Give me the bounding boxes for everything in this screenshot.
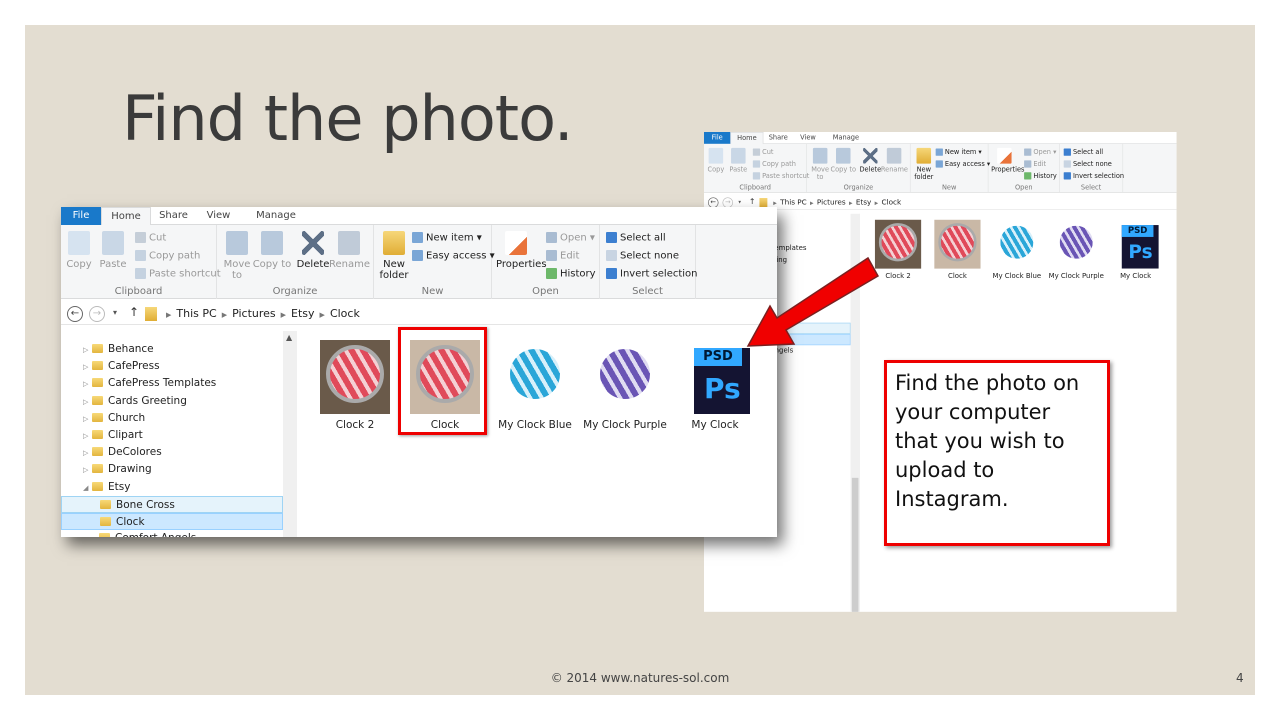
callout-box: Find the photo on your computer that you… (884, 360, 1110, 546)
footer-copyright: © 2014 www.natures-sol.com (550, 671, 730, 685)
page-number: 4 (1236, 671, 1244, 685)
red-arrow-shape (746, 256, 880, 347)
